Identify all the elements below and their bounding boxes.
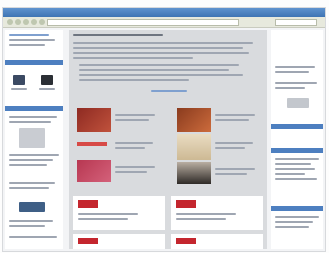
monitor-icon[interactable] (41, 75, 53, 85)
intro-text-line (73, 52, 249, 54)
intro-text-line (73, 47, 243, 49)
sidebar-text (9, 187, 49, 189)
sidebar-text (275, 221, 313, 223)
sidebar-text (275, 71, 309, 73)
nav-link[interactable] (9, 34, 49, 36)
product-desc (115, 171, 147, 173)
brand-logo (78, 238, 98, 244)
sidebar-text (9, 121, 51, 123)
intro-text-line (73, 42, 253, 44)
sidebar-text (275, 173, 305, 175)
card-text (176, 213, 236, 215)
product-thumbnail[interactable] (77, 108, 111, 132)
promo-card[interactable] (171, 234, 263, 249)
promo-card[interactable] (73, 234, 165, 249)
left-section-header (5, 60, 63, 65)
left-section-header (5, 106, 63, 111)
sidebar-text (9, 164, 47, 166)
window-title-bar (3, 8, 325, 17)
sidebar-text (275, 216, 319, 218)
sidebar-text (9, 159, 53, 161)
sidebar-text (9, 220, 53, 222)
icon-label (11, 88, 27, 90)
product-thumbnail[interactable] (77, 160, 111, 182)
stop-icon[interactable] (23, 19, 29, 25)
promo-card[interactable] (171, 196, 263, 230)
browser-toolbar (3, 17, 325, 28)
intro-text-line (79, 64, 239, 66)
screenshot-frame (0, 0, 329, 253)
page-heading (73, 34, 163, 36)
right-sidebar (271, 30, 323, 249)
intro-text-line (79, 79, 189, 81)
sidebar-text (9, 225, 45, 227)
home-icon[interactable] (13, 75, 25, 85)
intro-text-line (79, 74, 243, 76)
product-desc (215, 173, 247, 175)
product-thumbnail[interactable] (177, 162, 211, 184)
main-content (69, 30, 267, 249)
product-title[interactable] (115, 142, 153, 144)
sidebar-text (9, 236, 57, 238)
product-thumbnail[interactable] (177, 134, 211, 160)
product-thumbnail[interactable] (177, 108, 211, 132)
sidebar-text (275, 168, 315, 170)
device-image[interactable] (287, 98, 309, 108)
card-text (176, 218, 226, 220)
right-section-header (271, 148, 323, 153)
product-title[interactable] (215, 168, 255, 170)
right-section-header (271, 124, 323, 129)
sidebar-text (275, 163, 311, 165)
sidebar-text (9, 154, 59, 156)
nav-link[interactable] (9, 44, 45, 46)
promo-card[interactable] (73, 196, 165, 230)
nav-link[interactable] (9, 39, 55, 41)
product-title[interactable] (115, 166, 155, 168)
card-text (78, 213, 138, 215)
address-bar[interactable] (47, 19, 239, 26)
web-page (3, 28, 325, 251)
right-section-header (271, 206, 323, 211)
sidebar-text (275, 82, 317, 84)
sidebar-text (275, 66, 315, 68)
card-text (78, 218, 128, 220)
product-desc (115, 119, 149, 121)
sidebar-text (275, 226, 309, 228)
brand-logo (78, 200, 98, 208)
forward-icon[interactable] (15, 19, 21, 25)
product-image[interactable] (19, 128, 45, 148)
home-icon[interactable] (39, 19, 45, 25)
back-icon[interactable] (7, 19, 13, 25)
browser-window (3, 8, 325, 251)
more-link[interactable] (151, 90, 187, 92)
left-sidebar (5, 30, 63, 249)
sidebar-text (275, 87, 305, 89)
intro-text-line (73, 57, 193, 59)
refresh-icon[interactable] (31, 19, 37, 25)
sidebar-text (9, 182, 55, 184)
product-desc (215, 147, 245, 149)
product-title[interactable] (215, 142, 253, 144)
intro-text-line (79, 69, 229, 71)
product-title[interactable] (215, 114, 255, 116)
product-desc (215, 119, 249, 121)
brand-logo (176, 238, 196, 244)
browser-search-input[interactable] (275, 19, 317, 26)
sidebar-text (275, 158, 319, 160)
product-label (77, 142, 107, 146)
sidebar-text (9, 116, 57, 118)
banner-image[interactable] (19, 202, 45, 212)
product-title[interactable] (115, 114, 155, 116)
product-desc (115, 147, 145, 149)
icon-label (39, 88, 55, 90)
sidebar-text (275, 178, 317, 180)
brand-logo (176, 200, 196, 208)
